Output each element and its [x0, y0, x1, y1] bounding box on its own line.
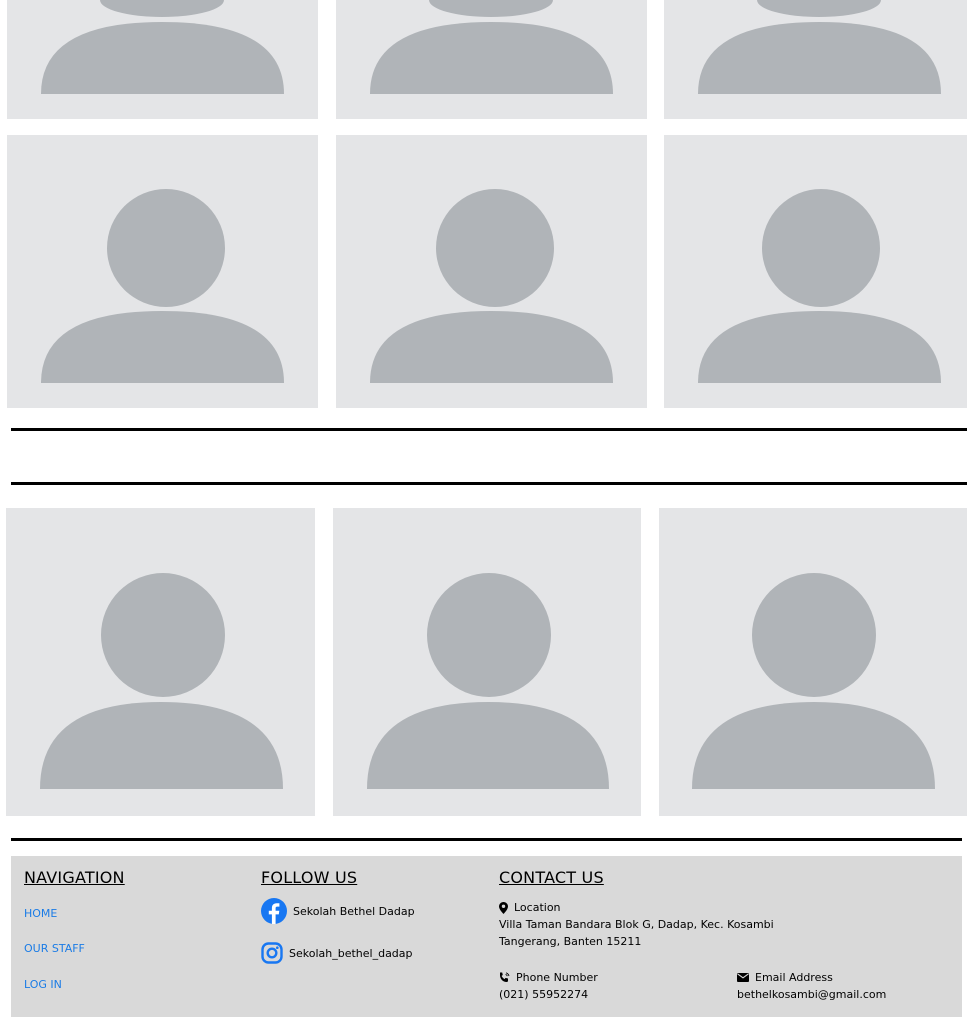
nav-link-log-in[interactable]: LOG IN: [24, 978, 62, 991]
section-divider: [11, 428, 967, 431]
person-placeholder-icon: [41, 189, 284, 383]
section-divider: [11, 838, 962, 841]
instagram-icon: [261, 942, 283, 964]
facebook-link[interactable]: Sekolah Bethel Dadap: [261, 898, 415, 924]
staff-photo-card: [664, 0, 967, 119]
email-label: Email Address: [755, 971, 833, 984]
map-marker-icon: [499, 901, 508, 914]
instagram-link[interactable]: Sekolah_bethel_dadap: [261, 942, 413, 964]
phone-icon: [499, 972, 510, 983]
facebook-label: Sekolah Bethel Dadap: [293, 904, 415, 918]
phone-number: (021) 55952274: [499, 988, 589, 1001]
person-placeholder-icon: [370, 189, 613, 383]
section-divider: [11, 482, 967, 485]
staff-photo-card: [664, 135, 967, 408]
facebook-icon: [261, 898, 287, 924]
person-placeholder-icon: [41, 0, 284, 94]
person-placeholder-icon: [698, 0, 941, 94]
envelope-icon: [737, 973, 749, 982]
location-label: Location: [514, 901, 561, 914]
staff-photo-card: [6, 508, 315, 816]
staff-photo-card: [336, 0, 647, 119]
site-footer: NAVIGATION HOME OUR STAFF LOG IN FOLLOW …: [11, 856, 962, 1017]
person-placeholder-icon: [698, 189, 941, 383]
nav-link-home[interactable]: HOME: [24, 907, 57, 920]
staff-photo-card: [659, 508, 967, 816]
instagram-label: Sekolah_bethel_dadap: [289, 946, 413, 960]
nav-link-our-staff[interactable]: OUR STAFF: [24, 942, 85, 955]
email-block: Email Address bethelkosambi@gmail.com: [737, 969, 886, 1003]
address-line: Tangerang, Banten 15211: [499, 935, 642, 948]
staff-photo-card: [336, 135, 647, 408]
location-block: Location Villa Taman Bandara Blok G, Dad…: [499, 899, 774, 950]
staff-photo-card: [7, 135, 318, 408]
person-placeholder-icon: [692, 573, 935, 789]
navigation-heading: NAVIGATION: [24, 868, 125, 887]
follow-us-heading: FOLLOW US: [261, 868, 358, 887]
address-line: Villa Taman Bandara Blok G, Dadap, Kec. …: [499, 918, 774, 931]
email-address[interactable]: bethelkosambi@gmail.com: [737, 986, 886, 1003]
staff-photo-card: [7, 0, 318, 119]
person-placeholder-icon: [40, 573, 283, 789]
phone-block: Phone Number (021) 55952274: [499, 969, 598, 1003]
phone-label: Phone Number: [516, 971, 598, 984]
contact-us-heading: CONTACT US: [499, 868, 604, 887]
staff-photo-card: [333, 508, 641, 816]
person-placeholder-icon: [370, 0, 613, 94]
person-placeholder-icon: [367, 573, 609, 789]
